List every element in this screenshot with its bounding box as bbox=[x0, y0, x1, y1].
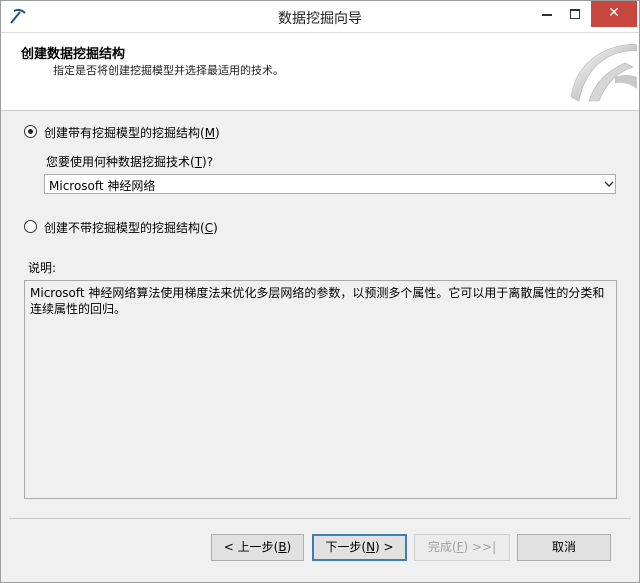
question-hotkey: T bbox=[194, 155, 203, 169]
cancel-button[interactable]: 取消 bbox=[517, 534, 611, 561]
next-suffix: ) > bbox=[375, 540, 394, 554]
with-model-suffix: ) bbox=[215, 126, 220, 140]
finish-button[interactable]: 完成(F) >>| bbox=[414, 534, 510, 561]
with-model-text: 创建带有挖掘模型的挖掘结构( bbox=[44, 126, 205, 140]
question-suffix: )? bbox=[202, 155, 214, 169]
without-model-text: 创建不带挖掘模型的挖掘结构( bbox=[44, 221, 205, 235]
without-model-radio[interactable] bbox=[24, 220, 37, 233]
with-model-hotkey: M bbox=[204, 126, 216, 140]
close-icon: ✕ bbox=[608, 5, 620, 21]
prev-suffix: ) bbox=[286, 540, 292, 554]
description-text: Microsoft 神经网络算法使用梯度法来优化多层网络的参数，以预测多个属性。… bbox=[30, 286, 605, 316]
finish-text: 完成( bbox=[427, 540, 457, 554]
without-model-hotkey: C bbox=[204, 221, 214, 235]
with-model-label[interactable]: 创建带有挖掘模型的挖掘结构(M) bbox=[44, 124, 220, 141]
without-model-label[interactable]: 创建不带挖掘模型的挖掘结构(C) bbox=[44, 219, 218, 236]
finish-suffix: ) >>| bbox=[463, 540, 497, 554]
maximize-icon bbox=[570, 9, 580, 19]
page-subtitle: 指定是否将创建挖掘模型并选择最适用的技术。 bbox=[53, 64, 284, 77]
technique-question-label: 您要使用何种数据挖掘技术(T)? bbox=[46, 153, 213, 170]
close-button[interactable]: ✕ bbox=[591, 1, 637, 27]
minimize-icon bbox=[542, 14, 552, 16]
chevron-down-icon bbox=[604, 181, 614, 187]
minimize-button[interactable] bbox=[530, 1, 564, 27]
technique-dropdown[interactable]: Microsoft 神经网络 bbox=[44, 174, 616, 194]
previous-button[interactable]: < 上一步(B) bbox=[211, 534, 304, 561]
wizard-banner-icon bbox=[570, 44, 637, 102]
prev-hotkey: B bbox=[278, 540, 287, 554]
prev-text: < 上一步( bbox=[223, 540, 279, 554]
technique-selected-value: Microsoft 神经网络 bbox=[49, 179, 156, 193]
page-header: 创建数据挖掘结构 指定是否将创建挖掘模型并选择最适用的技术。 bbox=[1, 33, 639, 111]
next-hotkey: N bbox=[366, 540, 376, 554]
question-text: 您要使用何种数据挖掘技术( bbox=[46, 155, 195, 169]
description-label: 说明: bbox=[28, 261, 57, 275]
next-text: 下一步( bbox=[325, 540, 367, 554]
description-box: Microsoft 神经网络算法使用梯度法来优化多层网络的参数，以预测多个属性。… bbox=[24, 280, 617, 499]
page-title: 创建数据挖掘结构 bbox=[21, 47, 126, 62]
radio-selected-dot bbox=[28, 129, 33, 134]
without-model-suffix: ) bbox=[213, 221, 218, 235]
wizard-window: 数据挖掘向导 ✕ 创建数据挖掘结构 指定是否将创建挖掘模型并选择最适用的技术。 bbox=[0, 0, 640, 583]
maximize-button[interactable] bbox=[564, 1, 586, 27]
title-bar: 数据挖掘向导 ✕ bbox=[1, 1, 639, 33]
with-model-radio[interactable] bbox=[24, 125, 37, 138]
next-button[interactable]: 下一步(N) > bbox=[312, 534, 407, 561]
footer-divider bbox=[9, 518, 631, 519]
